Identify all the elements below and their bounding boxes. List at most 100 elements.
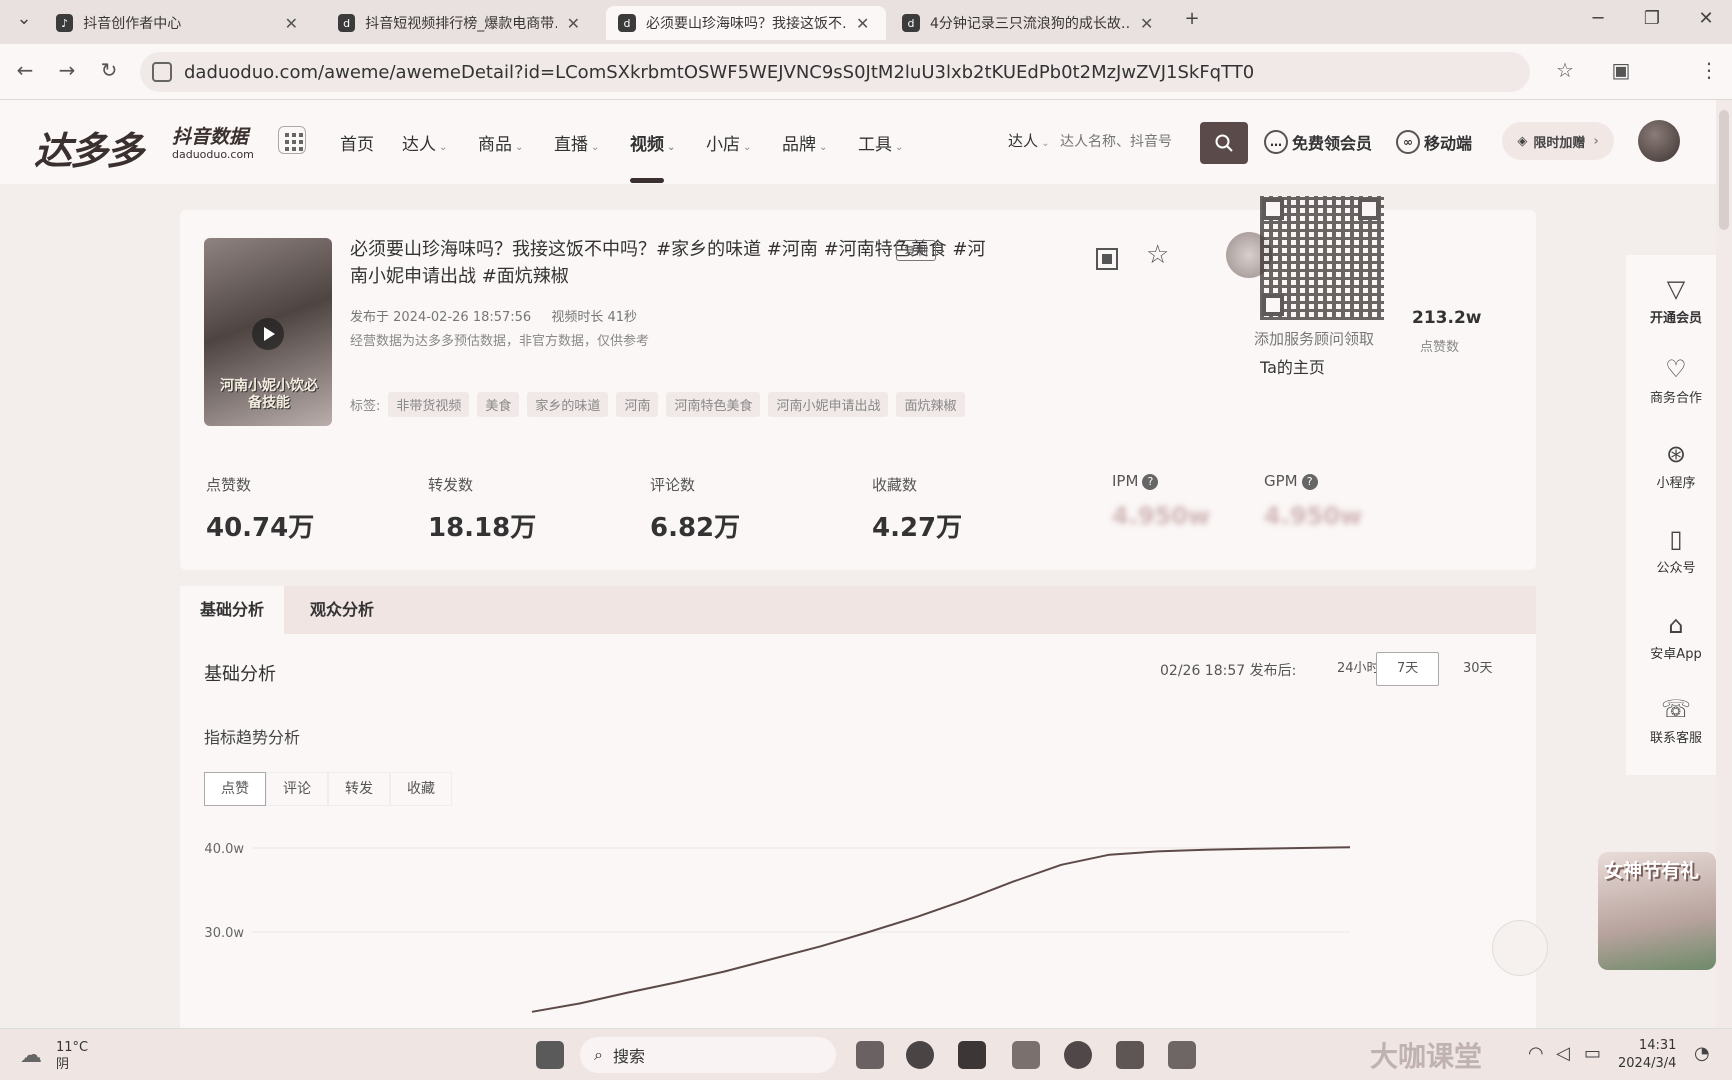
tab-search-icon[interactable]: ⌄ xyxy=(4,8,44,29)
chevron-down-icon: ⌄ xyxy=(1038,138,1050,149)
volume-icon[interactable]: ◁ xyxy=(1556,1043,1570,1064)
nav-home[interactable]: 首页 xyxy=(340,130,374,155)
window-close-icon[interactable]: ✕ xyxy=(1686,8,1726,29)
metric-tab-likes[interactable]: 点赞 xyxy=(204,772,266,806)
tab-audience-analysis[interactable]: 观众分析 xyxy=(290,586,394,634)
nav-shop[interactable]: 小店 ⌄ xyxy=(706,130,751,155)
logo-domain: daduoduo.com xyxy=(172,148,254,161)
close-icon[interactable]: ✕ xyxy=(856,14,869,33)
office-icon[interactable] xyxy=(1168,1041,1196,1069)
qrcode-icon[interactable] xyxy=(1096,248,1118,270)
nav-tools[interactable]: 工具 ⌄ xyxy=(858,130,903,155)
tag[interactable]: 面炕辣椒 xyxy=(896,392,965,417)
promo-banner[interactable]: 女神节有礼 xyxy=(1598,852,1716,970)
search-button[interactable] xyxy=(1200,122,1248,164)
section-title: 基础分析 xyxy=(204,664,276,685)
sidebar-icon[interactable]: ▣ xyxy=(1606,58,1636,82)
sidebar-item-official-account[interactable]: ▯ 公众号 xyxy=(1626,525,1726,576)
tag[interactable]: 河南特色美食 xyxy=(666,392,761,417)
search-scope-select[interactable]: 达人 ⌄ xyxy=(1008,130,1050,151)
reload-icon[interactable]: ↻ xyxy=(94,58,124,82)
search-input[interactable] xyxy=(1060,122,1200,162)
metric-tab-favorites[interactable]: 收藏 xyxy=(390,772,452,806)
play-icon[interactable] xyxy=(252,318,284,350)
notification-bell-icon[interactable]: ◔ xyxy=(1694,1043,1710,1064)
tag[interactable]: 非带货视频 xyxy=(388,392,470,417)
chat-app-icon[interactable] xyxy=(906,1041,934,1069)
site-info-icon[interactable] xyxy=(152,62,172,82)
browser-tab-2[interactable]: d 抖音短视频排行榜_爆款电商带… ✕ xyxy=(326,6,592,40)
trend-title: 指标趋势分析 xyxy=(204,728,301,747)
minimize-icon[interactable]: ─ xyxy=(1578,8,1618,29)
site-header: 达多多 抖音数据 daduoduo.com 首页 达人 ⌄ 商品 ⌄ 直播 ⌄ 视频 ⌄… xyxy=(0,100,1732,184)
tab-basic-analysis[interactable]: 基础分析 xyxy=(180,586,285,634)
system-clock[interactable]: 14:31 2024/3/4 xyxy=(1618,1037,1676,1073)
chevron-down-icon: ⌄ xyxy=(743,142,752,153)
apps-grid-icon[interactable] xyxy=(278,126,306,154)
free-member-link[interactable]: … 免费领会员 xyxy=(1264,130,1372,154)
avatar[interactable] xyxy=(1638,120,1680,162)
file-icon[interactable] xyxy=(856,1041,884,1069)
range-30d-button[interactable]: 30天 xyxy=(1442,652,1514,686)
favorite-star-icon[interactable]: ☆ xyxy=(1146,240,1169,270)
sidebar-item-miniprogram[interactable]: ⊛ 小程序 xyxy=(1626,440,1726,491)
author-homepage-link[interactable]: Ta的主页 xyxy=(1260,354,1325,378)
close-icon[interactable]: ✕ xyxy=(1140,14,1153,33)
tag[interactable]: 河南 xyxy=(616,392,659,417)
app-icon[interactable] xyxy=(958,1041,986,1069)
video-thumbnail[interactable]: 河南小妮小饮必备技能 xyxy=(204,238,332,426)
range-7d-button[interactable]: 7天 xyxy=(1376,652,1440,686)
sidebar-item-business[interactable]: ♡ 商务合作 xyxy=(1626,355,1726,406)
floating-assistant-icon[interactable] xyxy=(1492,920,1548,976)
locked-value[interactable]: 4.950w xyxy=(1264,502,1362,530)
nav-live[interactable]: 直播 ⌄ xyxy=(554,130,599,155)
weather-widget[interactable]: 11°C 阴 xyxy=(56,1039,88,1073)
metric-tab-comments[interactable]: 评论 xyxy=(266,772,328,806)
taskbar-search[interactable]: ⌕ 搜索 xyxy=(580,1037,836,1073)
browser-menu-icon[interactable]: ⋮ xyxy=(1694,58,1724,82)
chevron-down-icon: ⌄ xyxy=(667,142,676,153)
forward-icon[interactable]: → xyxy=(52,58,82,82)
locked-value[interactable]: 4.950w xyxy=(1112,502,1210,530)
close-icon[interactable]: ✕ xyxy=(567,14,580,33)
wifi-icon[interactable]: ◠ xyxy=(1528,1043,1544,1064)
sidebar-item-support[interactable]: ☏ 联系客服 xyxy=(1626,695,1726,746)
nav-products[interactable]: 商品 ⌄ xyxy=(478,130,523,155)
windows-start-icon[interactable] xyxy=(536,1041,564,1069)
tag[interactable]: 河南小妮申请出战 xyxy=(768,392,889,417)
back-icon[interactable]: ← xyxy=(10,58,40,82)
nav-influencer[interactable]: 达人 ⌄ xyxy=(402,130,447,155)
tag[interactable]: 家乡的味道 xyxy=(527,392,609,417)
qr-corner xyxy=(1358,198,1380,220)
new-tab-button[interactable]: + xyxy=(1172,8,1212,29)
bookmark-star-icon[interactable]: ☆ xyxy=(1550,58,1580,82)
series-line[interactable] xyxy=(531,846,1351,1013)
battery-icon[interactable]: ▭ xyxy=(1584,1043,1601,1064)
trend-chart[interactable]: 40.0w 30.0w xyxy=(180,830,1536,1028)
browser-tab-1[interactable]: ♪ 抖音创作者中心 ✕ xyxy=(44,6,310,40)
nav-brand[interactable]: 品牌 ⌄ xyxy=(782,130,827,155)
metric-tab-shares[interactable]: 转发 xyxy=(328,772,390,806)
editor-icon[interactable] xyxy=(1116,1041,1144,1069)
scrollbar-thumb[interactable] xyxy=(1719,110,1729,230)
restore-icon[interactable]: ❐ xyxy=(1632,8,1672,29)
sidebar-item-vip[interactable]: ▽ 开通会员 xyxy=(1626,275,1726,326)
close-icon[interactable]: ✕ xyxy=(285,14,298,33)
copy-button[interactable]: 复制 xyxy=(896,240,937,261)
limited-offer-button[interactable]: ◈ 限时加赠 › xyxy=(1502,122,1614,160)
site-logo[interactable]: 达多多 xyxy=(34,120,144,175)
mobile-link[interactable]: ∞ 移动端 xyxy=(1396,130,1472,154)
folder-icon[interactable] xyxy=(1012,1041,1040,1069)
browser-tab-4[interactable]: d 4分钟记录三只流浪狗的成长故… ✕ xyxy=(890,6,1170,40)
cloud-icon: ☁ xyxy=(20,1043,42,1068)
help-icon[interactable]: ? xyxy=(1301,473,1318,490)
browser-tab-3[interactable]: d 必须要山珍海味吗？我接这饭不… ✕ xyxy=(606,6,886,40)
sidebar-item-android-app[interactable]: ⌂ 安卓App xyxy=(1626,611,1726,662)
scrollbar[interactable] xyxy=(1716,100,1732,1028)
help-icon[interactable]: ? xyxy=(1142,473,1159,490)
tag[interactable]: 美食 xyxy=(477,392,520,417)
address-bar[interactable]: daduoduo.com/aweme/awemeDetail?id=LComSX… xyxy=(140,52,1530,92)
browser-icon[interactable] xyxy=(1064,1041,1092,1069)
nav-video[interactable]: 视频 ⌄ xyxy=(630,130,675,155)
video-title: 必须要山珍海味吗？我接这饭不中吗？#家乡的味道 #河南 #河南特色美食 #河南小… xyxy=(350,239,986,287)
